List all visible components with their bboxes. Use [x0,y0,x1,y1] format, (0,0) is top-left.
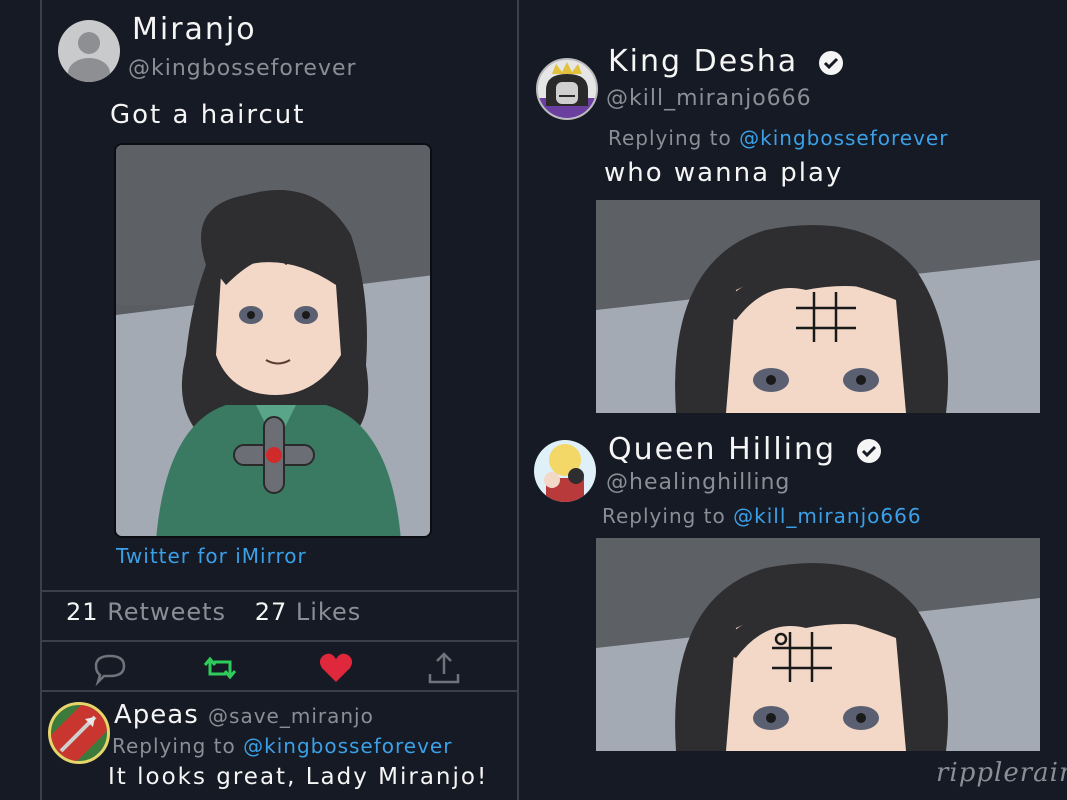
arrow-avatar-icon [51,705,107,761]
reply-header: Apeas @save_miranjo [114,700,374,730]
divider [42,690,517,692]
queen-hilling-name[interactable]: Queen Hilling [608,432,836,467]
tweet-stats: 21 Retweets 27 Likes [66,598,381,626]
reply-button[interactable] [92,650,128,687]
tweet-text: Got a haircut [110,100,306,130]
share-icon [428,652,460,684]
divider [42,640,517,642]
replying-to: Replying to @kingbosseforever [112,734,452,758]
apeas-avatar[interactable] [48,702,110,764]
tictactoe-move-illustration [596,538,1040,751]
likes-label[interactable]: Likes [296,598,361,626]
verified-icon [818,50,843,75]
retweet-icon [203,656,237,680]
mention-link[interactable]: @kill_miranjo666 [733,504,921,528]
reply-author-name[interactable]: Apeas [114,700,199,730]
portrait-illustration [116,145,430,536]
author-handle[interactable]: @healinghilling [606,470,790,495]
mention-link[interactable]: @kingbosseforever [243,734,452,758]
author-name: King Desha [608,44,844,79]
king-desha-avatar[interactable] [536,58,598,120]
heart-icon [319,653,353,682]
reply-photo[interactable] [596,200,1040,413]
queen-hilling-avatar[interactable] [534,440,596,502]
replying-prefix: Replying to [602,504,726,528]
queen-avatar-icon [544,444,584,502]
reply-photo[interactable] [596,538,1040,751]
retweets-count[interactable]: 21 [66,598,99,626]
default-avatar[interactable] [58,20,120,82]
verified-icon [856,438,881,463]
tweet-client-link[interactable]: Twitter for iMirror [116,544,307,568]
reply-text: It looks great, Lady Miranjo! [108,764,489,790]
divider [42,590,517,592]
author-handle[interactable]: @kingbosseforever [128,56,357,81]
king-avatar-icon [538,62,596,118]
king-desha-name[interactable]: King Desha [608,44,798,79]
retweets-label[interactable]: Retweets [107,598,226,626]
share-button[interactable] [426,650,462,686]
tweet-photo[interactable] [114,143,432,538]
mention-link[interactable]: @kingbosseforever [739,126,948,150]
reply-author-handle[interactable]: @save_miranjo [208,704,374,728]
author-name[interactable]: Miranjo [132,12,257,47]
replying-prefix: Replying to [608,126,732,150]
likes-count[interactable]: 27 [255,598,288,626]
replying-prefix: Replying to [112,734,236,758]
like-button[interactable] [318,650,354,686]
replying-to: Replying to @kill_miranjo666 [602,504,922,528]
reply-icon [94,654,126,687]
retweet-button[interactable] [202,650,238,686]
author-handle[interactable]: @kill_miranjo666 [606,86,812,111]
reply-text: who wanna play [604,158,844,188]
replying-to: Replying to @kingbosseforever [608,126,948,150]
author-name: Queen Hilling [608,432,882,467]
artist-signature: ripplerain [936,758,1067,788]
tictactoe-illustration [596,200,1040,413]
